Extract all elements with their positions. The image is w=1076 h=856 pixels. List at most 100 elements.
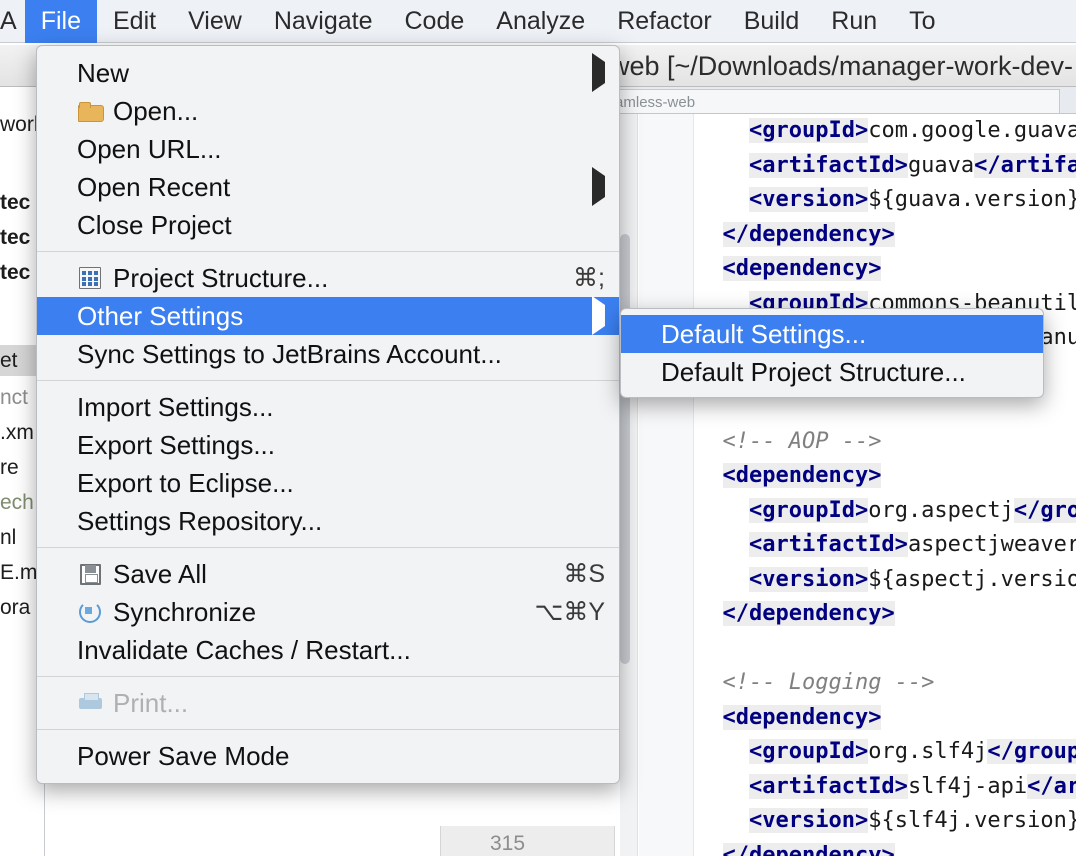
menu-item-project-structure[interactable]: Project Structure... ⌘; xyxy=(37,259,619,297)
submenu-arrow-icon xyxy=(576,62,605,84)
menu-item-export-settings[interactable]: Export Settings... xyxy=(37,426,619,464)
menu-item-export-to-eclipse[interactable]: Export to Eclipse... xyxy=(37,464,619,502)
menu-item-shortcut: ⌘S xyxy=(563,559,605,589)
code-token: <artifactId> xyxy=(749,774,908,799)
other-settings-submenu[interactable]: Default Settings... Default Project Struc… xyxy=(620,308,1044,398)
code-line: </dependency> xyxy=(696,218,1076,253)
code-token: </ar xyxy=(1027,774,1076,799)
editor-scrollbar[interactable] xyxy=(620,234,630,664)
code-line: <!-- Logging --> xyxy=(696,666,1076,701)
code-token: <version> xyxy=(749,808,868,833)
menu-item-label: Project Structure... xyxy=(113,263,553,294)
menu-item-close-project[interactable]: Close Project xyxy=(37,206,619,244)
menu-item-import-settings[interactable]: Import Settings... xyxy=(37,388,619,426)
menubar-item-navigate[interactable]: Navigate xyxy=(258,0,389,43)
menu-item-label: Save All xyxy=(113,559,543,590)
menubar-item-view[interactable]: View xyxy=(172,0,258,43)
menubar-item-build[interactable]: Build xyxy=(728,0,816,43)
menubar-item-run[interactable]: Run xyxy=(815,0,893,43)
menu-item-settings-repository[interactable]: Settings Repository... xyxy=(37,502,619,540)
submenu-item-default-project-structure[interactable]: Default Project Structure... xyxy=(621,353,1043,391)
menu-item-label: Open... xyxy=(113,96,605,127)
menubar-item-analyze[interactable]: Analyze xyxy=(480,0,601,43)
menu-item-label: Print... xyxy=(113,688,605,719)
menu-item-open-recent[interactable]: Open Recent xyxy=(37,168,619,206)
code-line: <version>${slf4j.version}- xyxy=(696,804,1076,839)
menu-item-sync-settings-to-jetbrains-account[interactable]: Sync Settings to JetBrains Account... xyxy=(37,335,619,373)
code-token: <dependency> xyxy=(723,463,882,488)
code-line: <version>${guava.version}- xyxy=(696,183,1076,218)
code-token: </dependency> xyxy=(723,222,895,247)
code-token: org.slf4j xyxy=(868,739,987,764)
sync-icon xyxy=(77,599,103,625)
code-token: </dependency> xyxy=(723,843,895,856)
code-line: <!-- AOP --> xyxy=(696,425,1076,460)
code-token: </dependency> xyxy=(723,601,895,626)
menu-item-label: Power Save Mode xyxy=(77,741,605,772)
submenu-item-label: Default Project Structure... xyxy=(661,357,1029,388)
menu-item-other-settings[interactable]: Other Settings xyxy=(37,297,619,335)
menu-item-power-save-mode[interactable]: Power Save Mode xyxy=(37,737,619,775)
status-line-number: 315 xyxy=(490,832,525,856)
menubar-item-a[interactable]: A xyxy=(0,0,25,43)
menu-item-save-all[interactable]: Save All ⌘S xyxy=(37,555,619,593)
menu-item-synchronize[interactable]: Synchronize⌥⌘Y xyxy=(37,593,619,631)
menu-item-label: Export Settings... xyxy=(77,430,605,461)
code-token: aspectjweaver xyxy=(908,532,1076,557)
menu-bar: AFileEditViewNavigateCodeAnalyzeRefactor… xyxy=(0,0,1076,43)
menu-item-invalidate-caches-restart[interactable]: Invalidate Caches / Restart... xyxy=(37,631,619,669)
code-line: <artifactId>slf4j-api</ar xyxy=(696,770,1076,805)
menu-separator xyxy=(37,380,619,381)
menu-item-open-url[interactable]: Open URL... xyxy=(37,130,619,168)
menu-item-label: Export to Eclipse... xyxy=(77,468,605,499)
submenu-item-default-settings[interactable]: Default Settings... xyxy=(621,315,1043,353)
submenu-arrow-icon xyxy=(576,305,605,327)
file-menu-popup[interactable]: New Open... Open URL... Open Recent Close Pr… xyxy=(36,45,620,784)
menu-item-label: Close Project xyxy=(77,210,605,241)
menu-item-label: Open URL... xyxy=(77,134,605,165)
code-line: <groupId>org.slf4j</group xyxy=(696,735,1076,770)
menu-separator xyxy=(37,251,619,252)
code-token: <version> xyxy=(749,187,868,212)
code-token: <!-- AOP --> xyxy=(723,429,882,454)
code-line: <version>${aspectj.versio xyxy=(696,563,1076,598)
code-token: <version> xyxy=(749,567,868,592)
folder-icon xyxy=(77,98,103,124)
code-token: <artifactId> xyxy=(749,153,908,178)
menu-item-label: Import Settings... xyxy=(77,392,605,423)
menu-item-print[interactable]: Print... xyxy=(37,684,619,722)
editor-tab-seamless-web[interactable]: ◧seamless-web xyxy=(570,89,1060,114)
code-line xyxy=(696,632,1076,667)
print-icon xyxy=(77,690,103,716)
menubar-item-file[interactable]: File xyxy=(25,0,97,43)
editor-line-number-gutter xyxy=(639,114,694,856)
code-token: <groupId> xyxy=(749,498,868,523)
code-token: org.aspectj xyxy=(868,498,1014,523)
menubar-item-code[interactable]: Code xyxy=(389,0,481,43)
code-line: <artifactId>aspectjweaver xyxy=(696,528,1076,563)
code-token: slf4j-api xyxy=(908,774,1027,799)
menu-item-new[interactable]: New xyxy=(37,54,619,92)
code-line: </dependency> xyxy=(696,839,1076,856)
menu-separator xyxy=(37,547,619,548)
menubar-item-edit[interactable]: Edit xyxy=(97,0,172,43)
menu-item-shortcut: ⌘; xyxy=(573,263,605,293)
menubar-item-refactor[interactable]: Refactor xyxy=(601,0,727,43)
menu-item-label: Settings Repository... xyxy=(77,506,605,537)
code-line: </dependency> xyxy=(696,597,1076,632)
menu-item-open[interactable]: Open... xyxy=(37,92,619,130)
code-token: <groupId> xyxy=(749,739,868,764)
menu-item-label: Open Recent xyxy=(77,172,576,203)
save-icon xyxy=(77,561,103,587)
menubar-item-to[interactable]: To xyxy=(893,0,951,43)
code-token: guava xyxy=(908,153,974,178)
code-editor[interactable]: <groupId>com.google.guava <artifactId>gu… xyxy=(620,114,1076,856)
menu-item-label: Invalidate Caches / Restart... xyxy=(77,635,605,666)
code-token: ${aspectj.versio xyxy=(868,567,1076,592)
code-token: <groupId> xyxy=(749,118,868,143)
project-structure-icon xyxy=(77,265,103,291)
screen: AFileEditViewNavigateCodeAnalyzeRefactor… xyxy=(0,0,1076,856)
code-token: <dependency> xyxy=(723,705,882,730)
menu-separator xyxy=(37,676,619,677)
code-token: ${slf4j.version}- xyxy=(868,808,1076,833)
